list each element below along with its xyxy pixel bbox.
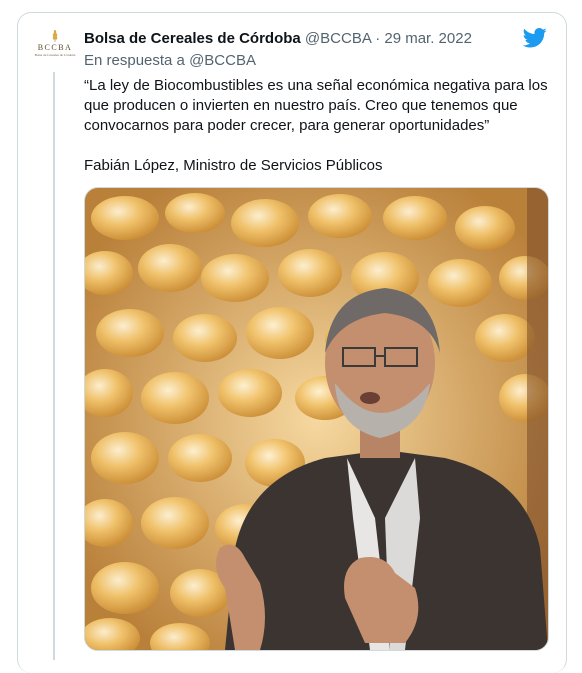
meta-separator: · <box>375 30 381 47</box>
tweet-attribution: Fabián López, Ministro de Servicios Públ… <box>84 157 383 174</box>
avatar[interactable]: BCCBA Bolsa de Cereales de Córdoba <box>31 30 79 70</box>
thread-line <box>53 72 55 660</box>
avatar-tagline: Bolsa de Cereales de Córdoba <box>34 53 76 57</box>
tweet-photo[interactable] <box>84 187 549 651</box>
tweet-date[interactable]: 29 mar. 2022 <box>384 30 472 47</box>
reply-handle-link[interactable]: @BCCBA <box>189 52 256 69</box>
author-handle[interactable]: @BCCBA <box>305 30 371 47</box>
twitter-bird-icon[interactable] <box>523 28 547 48</box>
author-name[interactable]: Bolsa de Cereales de Córdoba <box>84 30 301 47</box>
photo-of-speaker-with-corn-background <box>85 188 548 650</box>
wheat-icon <box>52 30 58 42</box>
tweet-text: “La ley de Biocombustibles es una señal … <box>84 76 554 176</box>
tweet-header: Bolsa de Cereales de Córdoba @BCCBA · 29… <box>84 29 472 49</box>
avatar-brand-text: BCCBA <box>37 43 73 52</box>
reply-prefix: En respuesta a <box>84 52 185 69</box>
reply-context: En respuesta a @BCCBA <box>84 51 256 71</box>
tweet-quote: “La ley de Biocombustibles es una señal … <box>84 77 548 134</box>
